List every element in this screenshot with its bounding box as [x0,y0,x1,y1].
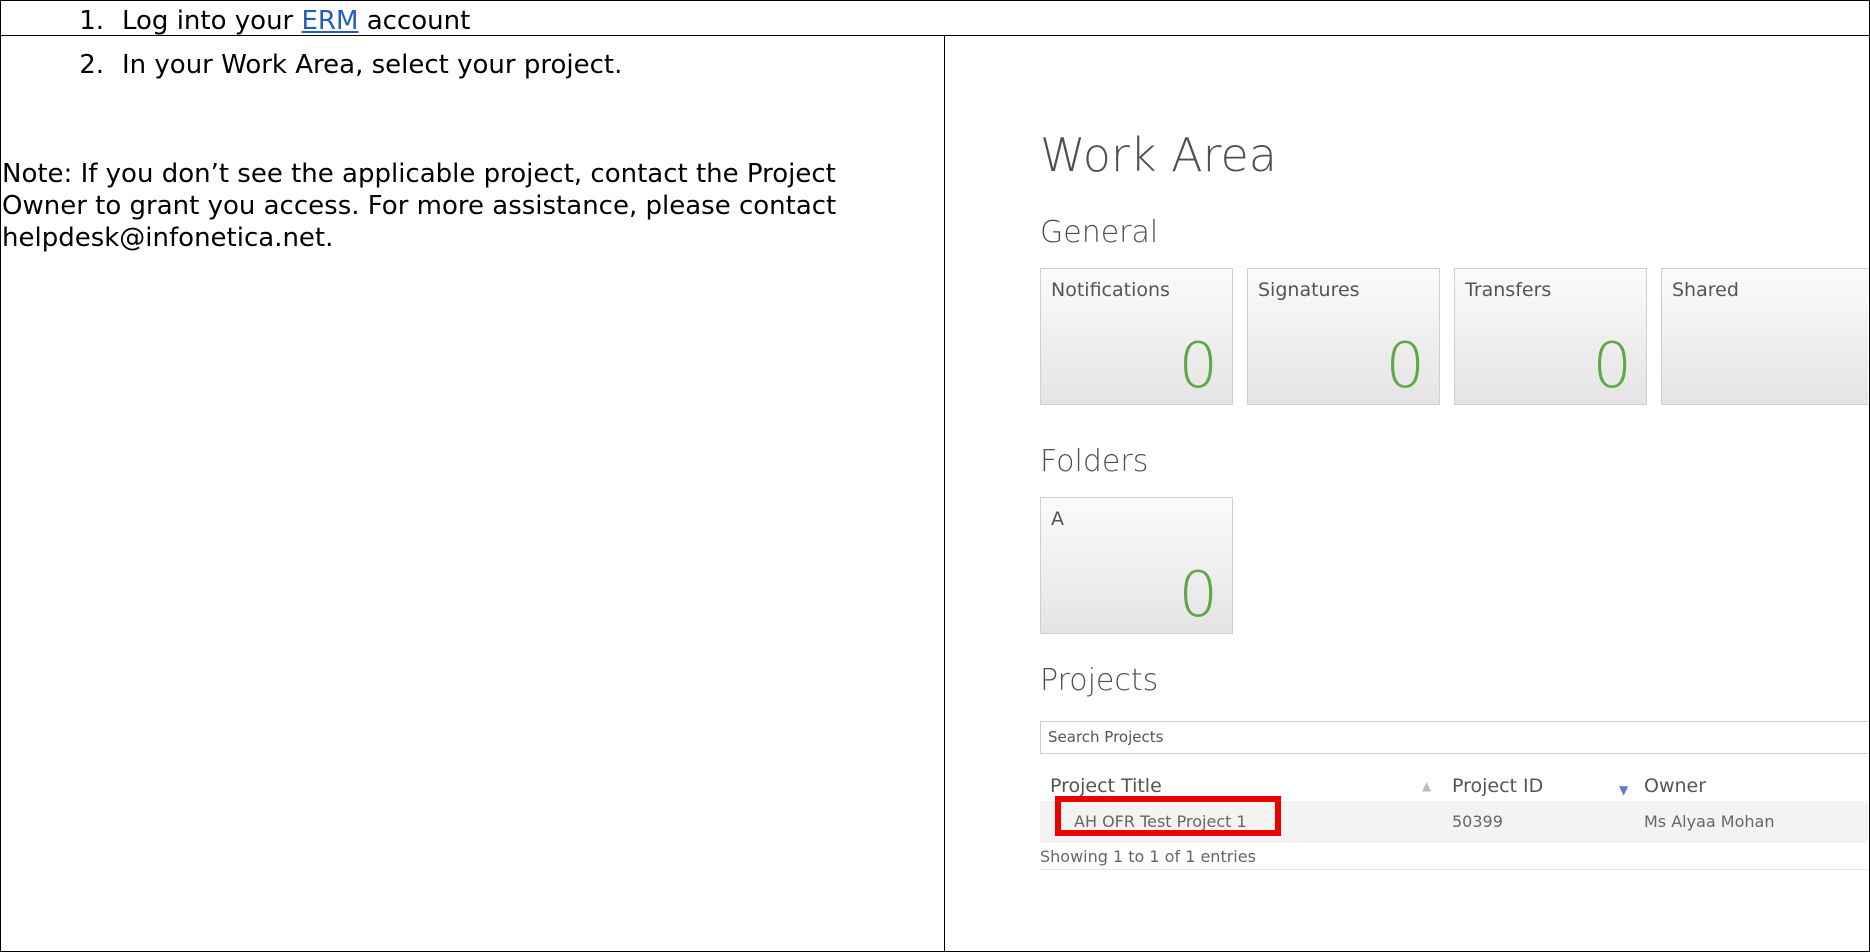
highlight-box [1055,796,1281,836]
column-project-id[interactable]: Project ID [1452,775,1543,797]
sort-desc-icon[interactable]: ▼︎ [1619,783,1628,797]
work-area-screenshot: Work Area General Notifications 0 Signat… [944,35,1868,950]
step-number: 1. [79,6,104,36]
owner-cell: Ms Alyaa Mohan [1644,812,1775,831]
table-footer-line [1040,869,1868,870]
signatures-tile[interactable]: Signatures 0 [1247,268,1440,405]
tile-label: Transfers [1465,279,1552,301]
tile-label: Shared [1672,279,1739,301]
step-text-prefix: Log into your [122,6,302,36]
column-owner[interactable]: Owner [1644,775,1706,797]
tile-count: 0 [1178,558,1218,631]
projects-heading: Projects [1040,663,1159,698]
work-area-title: Work Area [1040,128,1277,182]
general-heading: General [1040,215,1159,250]
step-number: 2. [79,50,104,80]
tile-count: 0 [1385,329,1425,402]
table-info: Showing 1 to 1 of 1 entries [1040,847,1256,866]
column-project-title[interactable]: Project Title [1050,775,1162,797]
search-projects-input[interactable]: Search Projects [1040,721,1868,754]
step-text-suffix: account [358,6,471,36]
transfers-tile[interactable]: Transfers 0 [1454,268,1647,405]
sort-both-icon[interactable]: ▲︎ [1422,779,1431,793]
tile-count: 0 [1592,329,1632,402]
shared-tile[interactable]: Shared [1661,268,1868,405]
erm-link[interactable]: ERM [302,6,359,36]
tile-label: Notifications [1051,279,1170,301]
step-2: 2. In your Work Area, select your project… [52,50,622,80]
folders-heading: Folders [1040,444,1149,479]
tile-label: Signatures [1258,279,1360,301]
tile-count: 0 [1178,329,1218,402]
project-id-cell: 50399 [1452,812,1503,831]
folder-tile-a[interactable]: A 0 [1040,497,1233,634]
step-1: 1. Log into your ERM account [52,6,470,36]
notifications-tile[interactable]: Notifications 0 [1040,268,1233,405]
note-text: Note: If you don’t see the applicable pr… [2,159,837,253]
step-text: In your Work Area, select your project. [122,50,623,80]
tile-label: A [1051,508,1064,530]
